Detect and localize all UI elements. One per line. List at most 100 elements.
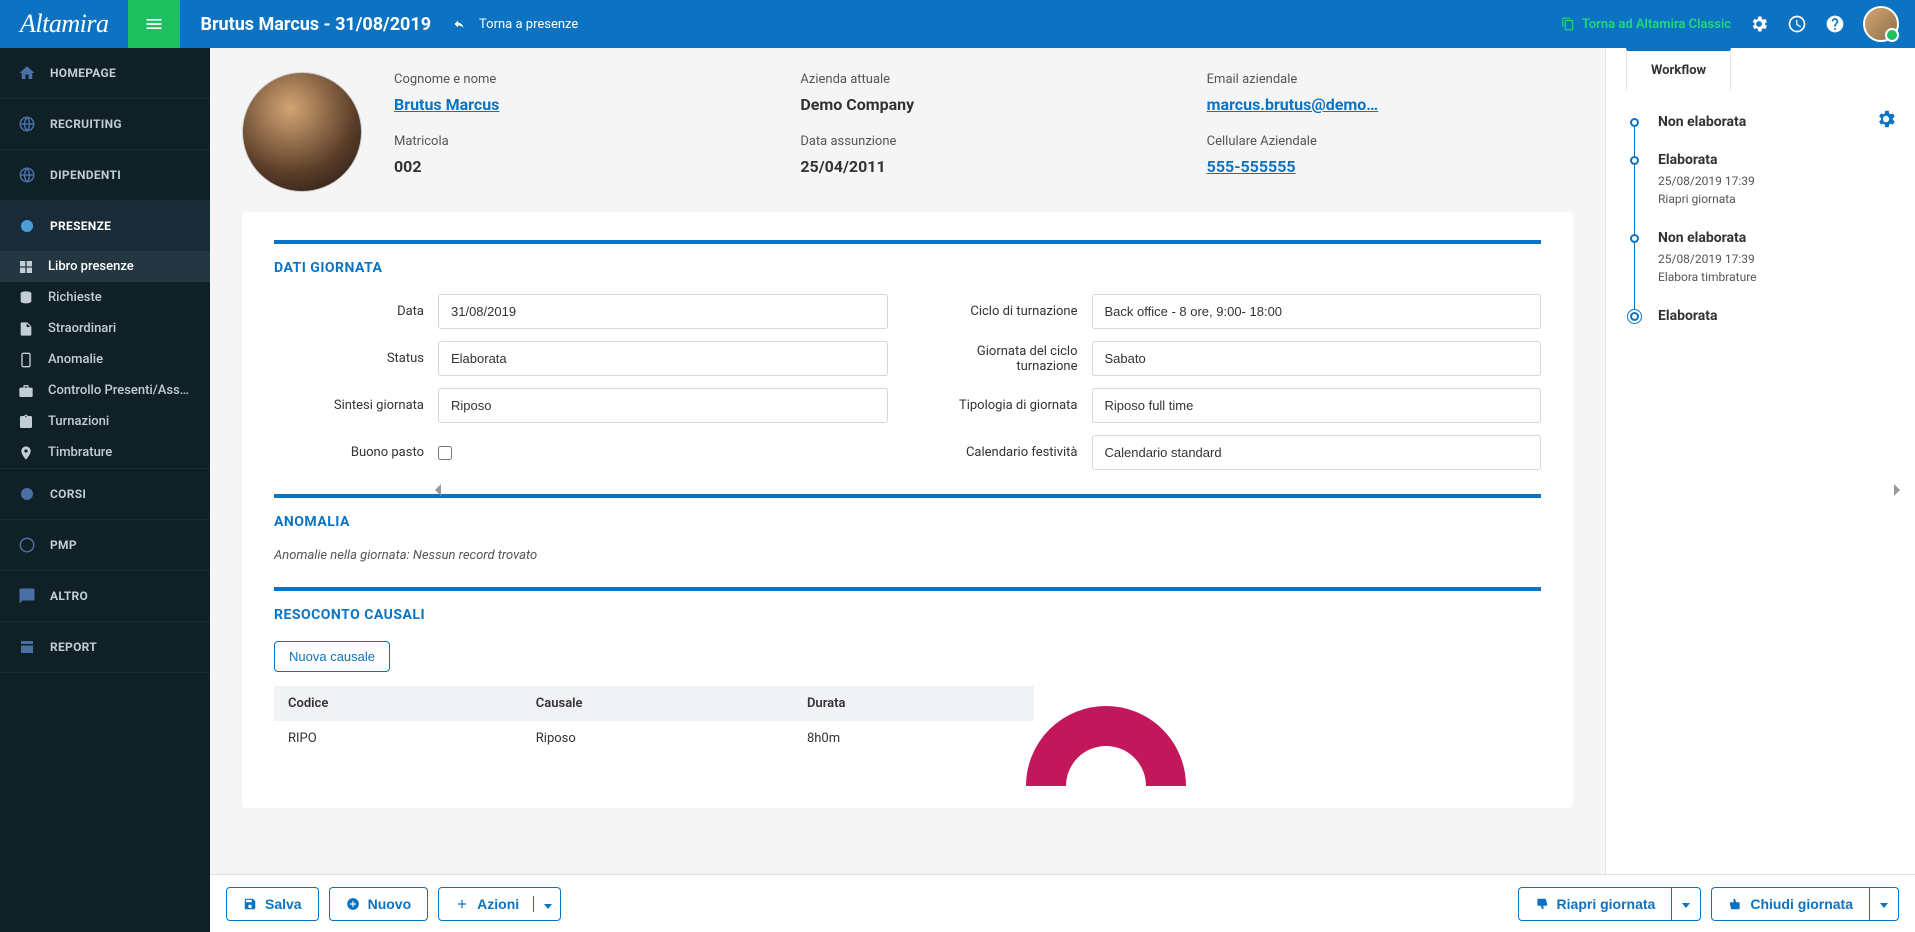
anomalia-empty-text: Anomalie nella giornata: Nessun record t… — [274, 548, 1541, 563]
top-header: Altamira Brutus Marcus - 31/08/2019 Torn… — [0, 0, 1915, 48]
nav-corsi[interactable]: CORSI — [0, 469, 210, 519]
value-assunzione: 25/04/2011 — [800, 157, 1166, 176]
salva-button[interactable]: Salva — [226, 887, 319, 921]
chevron-down-icon — [1880, 903, 1888, 908]
input-sintesi[interactable] — [438, 388, 888, 423]
nav-report[interactable]: REPORT — [0, 622, 210, 672]
globe-icon — [18, 115, 36, 133]
input-calendario[interactable] — [1092, 435, 1542, 470]
next-record-chevron[interactable] — [1885, 470, 1909, 510]
workflow-step: Non elaborata — [1658, 114, 1895, 130]
label-matricola: Matricola — [394, 134, 760, 149]
riapri-dropdown[interactable] — [1671, 887, 1701, 921]
azioni-button[interactable]: Azioni — [438, 887, 561, 921]
workflow-step: Elaborata 25/08/2019 17:39Riapri giornat… — [1658, 152, 1895, 208]
prev-record-chevron[interactable] — [426, 470, 450, 510]
section-title-resoconto: RESOCONTO CAUSALI — [274, 607, 1541, 623]
action-footer: Salva Nuovo Azioni Riapri giornata Chiud… — [210, 874, 1915, 932]
input-data[interactable] — [438, 294, 888, 329]
label-giornata-ciclo: Giornata del ciclo turnazione — [928, 344, 1078, 374]
grid-icon — [18, 259, 34, 275]
avatar-check-icon — [1885, 28, 1899, 42]
database-icon — [18, 290, 34, 306]
nav-recruiting[interactable]: RECRUITING — [0, 99, 210, 149]
sub-anomalie[interactable]: Anomalie — [0, 344, 210, 375]
value-cognome-nome[interactable]: Brutus Marcus — [394, 95, 760, 114]
value-cellulare[interactable]: 555-555555 — [1207, 157, 1573, 176]
page-title: Brutus Marcus - 31/08/2019 — [180, 14, 451, 35]
menu-icon — [144, 14, 164, 34]
nuova-causale-button[interactable]: Nuova causale — [274, 641, 390, 672]
value-matricola: 002 — [394, 157, 760, 176]
sub-straordinari[interactable]: Straordinari — [0, 313, 210, 344]
input-ciclo[interactable] — [1092, 294, 1542, 329]
nuovo-button[interactable]: Nuovo — [329, 887, 429, 921]
menu-toggle[interactable] — [128, 0, 180, 48]
workflow-tab[interactable]: Workflow — [1626, 48, 1731, 90]
user-avatar[interactable] — [1863, 6, 1899, 42]
settings-icon[interactable] — [1749, 14, 1769, 34]
plus-icon — [455, 897, 469, 911]
employee-photo — [242, 72, 362, 192]
nav-pmp[interactable]: PMP — [0, 520, 210, 570]
workflow-step: Elaborata — [1658, 308, 1895, 324]
label-ciclo: Ciclo di turnazione — [928, 304, 1078, 319]
briefcase-icon — [18, 383, 34, 399]
riapri-giornata-button[interactable]: Riapri giornata — [1518, 887, 1672, 921]
goto-classic[interactable]: Torna ad Altamira Classic — [1560, 17, 1731, 32]
label-buono-pasto: Buono pasto — [274, 445, 424, 460]
chiudi-dropdown[interactable] — [1869, 887, 1899, 921]
th-durata: Durata — [793, 686, 1034, 721]
back-to-presenze[interactable]: Torna a presenze — [451, 17, 578, 32]
value-email[interactable]: marcus.brutus@demo… — [1207, 95, 1573, 114]
label-sintesi: Sintesi giornata — [274, 398, 424, 413]
home-icon — [18, 64, 36, 82]
clock-icon[interactable] — [1787, 14, 1807, 34]
nav-altro[interactable]: ALTRO — [0, 571, 210, 621]
label-cognome-nome: Cognome e nome — [394, 72, 760, 87]
table-row[interactable]: RIPO Riposo 8h0m — [274, 721, 1034, 756]
sub-timbrature[interactable]: Timbrature — [0, 437, 210, 468]
save-icon — [243, 897, 257, 911]
label-data: Data — [274, 304, 424, 319]
section-title-anomalia: ANOMALIA — [274, 514, 1541, 530]
th-codice: Codice — [274, 686, 522, 721]
sidebar: HOMEPAGE RECRUITING DIPENDENTI PRESENZE … — [0, 48, 210, 932]
copy-icon — [1560, 17, 1576, 31]
chevron-down-icon — [1682, 903, 1690, 908]
checkbox-buono-pasto[interactable] — [438, 446, 452, 460]
workflow-step: Non elaborata 25/08/2019 17:39Elabora ti… — [1658, 230, 1895, 286]
sub-controllo[interactable]: Controllo Presenti/Ass… — [0, 375, 210, 406]
workflow-panel: Workflow Non elaborata Elaborata 25/08/2… — [1605, 48, 1915, 932]
globe-icon — [18, 217, 36, 235]
globe-icon — [18, 485, 36, 503]
report-icon — [18, 638, 36, 656]
pin-icon — [18, 445, 34, 461]
label-email: Email aziendale — [1207, 72, 1573, 87]
help-icon[interactable] — [1825, 14, 1845, 34]
cell-codice: RIPO — [274, 721, 522, 756]
plus-circle-icon — [346, 897, 360, 911]
label-azienda: Azienda attuale — [800, 72, 1166, 87]
nav-presenze[interactable]: PRESENZE — [0, 201, 210, 251]
chevron-down-icon — [544, 904, 552, 909]
nav-homepage[interactable]: HOMEPAGE — [0, 48, 210, 98]
nav-dipendenti[interactable]: DIPENDENTI — [0, 150, 210, 200]
thumbs-down-icon — [1535, 897, 1549, 911]
sub-libro-presenze[interactable]: Libro presenze — [0, 251, 210, 282]
sub-turnazioni[interactable]: Turnazioni — [0, 406, 210, 437]
reply-arrow-icon — [451, 18, 467, 30]
causali-chart — [1026, 706, 1186, 786]
input-giornata-ciclo[interactable] — [1092, 341, 1542, 376]
brand-logo: Altamira — [0, 9, 128, 39]
chiudi-giornata-button[interactable]: Chiudi giornata — [1711, 887, 1869, 921]
globe-icon — [18, 166, 36, 184]
document-icon — [18, 321, 34, 337]
input-status[interactable] — [438, 341, 888, 376]
sub-richieste[interactable]: Richieste — [0, 282, 210, 313]
input-tipologia[interactable] — [1092, 388, 1542, 423]
value-azienda: Demo Company — [800, 95, 1166, 114]
section-title-dati-giornata: DATI GIORNATA — [274, 260, 1541, 276]
employee-profile-header: Cognome e nome Brutus Marcus Azienda attu… — [242, 72, 1573, 192]
cell-durata: 8h0m — [793, 721, 1034, 756]
